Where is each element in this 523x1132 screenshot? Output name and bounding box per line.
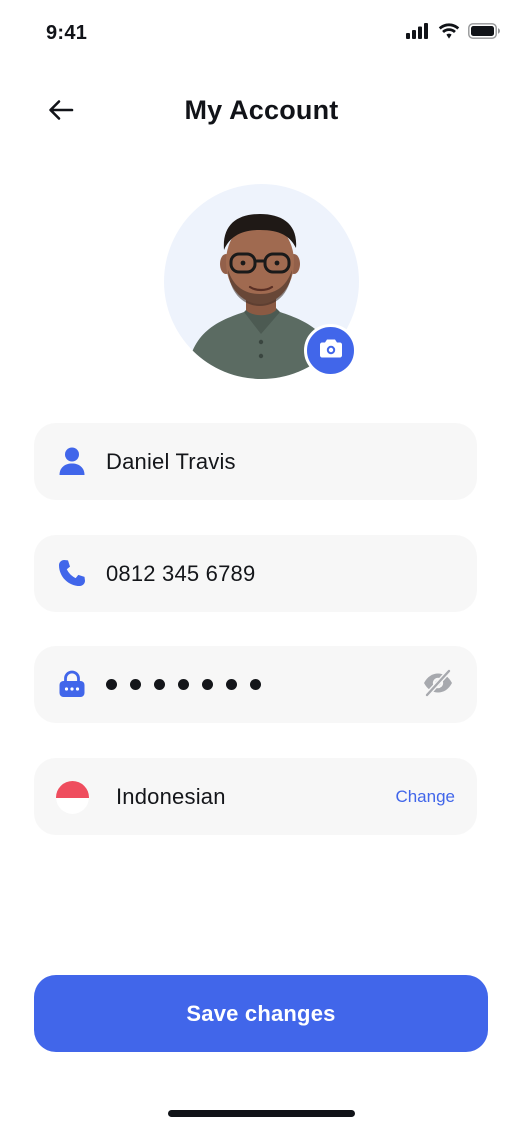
user-icon	[56, 445, 88, 477]
toggle-password-visibility-button[interactable]	[421, 668, 455, 702]
phone-icon	[56, 557, 88, 589]
battery-icon	[468, 23, 501, 44]
password-masked-value	[106, 646, 261, 723]
page-title: My Account	[184, 95, 339, 125]
change-photo-button[interactable]	[304, 324, 357, 377]
signal-icon	[406, 23, 430, 44]
password-dot	[178, 679, 189, 690]
name-field[interactable]: Daniel Travis	[34, 423, 477, 500]
password-dot	[154, 679, 165, 690]
status-bar: 9:41	[0, 0, 523, 66]
status-time: 9:41	[46, 22, 88, 44]
password-dot	[130, 679, 141, 690]
phone-field[interactable]: 0812 345 6789	[34, 535, 477, 612]
language-field: Indonesian Change	[34, 758, 477, 835]
status-icons	[406, 23, 501, 44]
name-value: Daniel Travis	[106, 449, 236, 474]
avatar	[164, 184, 359, 379]
phone-value: 0812 345 6789	[106, 561, 256, 586]
password-dot	[226, 679, 237, 690]
save-changes-button[interactable]: Save changes	[34, 975, 488, 1052]
change-language-link[interactable]: Change	[395, 758, 455, 835]
camera-icon	[319, 337, 343, 364]
password-dot	[106, 679, 117, 690]
eye-off-icon	[422, 668, 454, 702]
language-value: Indonesian	[116, 784, 226, 809]
password-dot	[202, 679, 213, 690]
lock-icon	[56, 668, 88, 700]
wifi-icon	[438, 23, 460, 44]
password-dot	[250, 679, 261, 690]
password-field[interactable]	[34, 646, 477, 723]
indonesia-flag-icon	[56, 781, 89, 814]
home-indicator	[168, 1110, 355, 1117]
